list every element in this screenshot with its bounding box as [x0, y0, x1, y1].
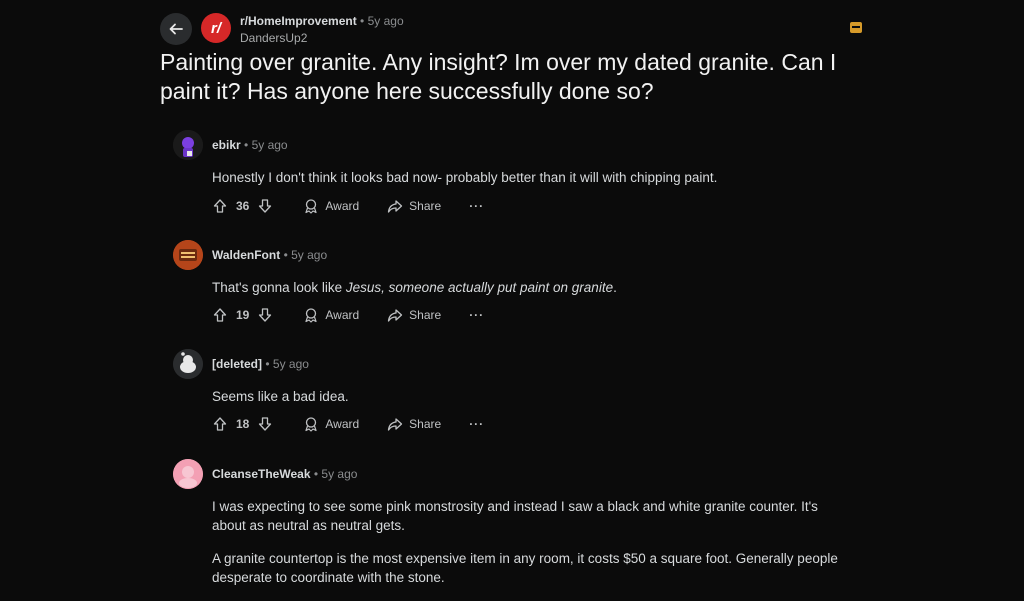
comment-time: 5y ago: [272, 357, 309, 371]
award-label: Award: [325, 417, 360, 431]
separator-dot: •: [360, 14, 365, 28]
upvote-icon[interactable]: [212, 307, 228, 323]
upvote-icon[interactable]: [212, 198, 228, 214]
archive-icon: [850, 22, 862, 33]
comment-meta: CleanseTheWeak • 5y ago: [212, 467, 357, 481]
separator-dot: •: [313, 467, 319, 481]
back-button[interactable]: [160, 13, 192, 45]
downvote-icon[interactable]: [257, 198, 273, 214]
comment-actions: 36 Award Share ···: [212, 196, 484, 216]
comment-actions: 18 Award Share ···: [212, 414, 484, 434]
post-header: r/ r/HomeImprovement • 5y ago DandersUp2: [160, 12, 864, 48]
share-icon: [388, 200, 403, 213]
vote-group: 36: [212, 198, 273, 214]
comment-meta: WaldenFont • 5y ago: [212, 248, 327, 262]
award-icon: [305, 199, 317, 214]
separator-dot: •: [265, 357, 270, 371]
comment-author[interactable]: [deleted]: [212, 357, 262, 371]
vote-count: 36: [236, 199, 250, 213]
award-button[interactable]: Award: [303, 416, 359, 432]
vote-count: 19: [236, 308, 250, 322]
comment-meta: ebikr • 5y ago: [212, 138, 288, 152]
user-avatar-icon: [173, 240, 203, 270]
post-title: Painting over granite. Any insight? Im o…: [160, 49, 837, 104]
comment-text: I was expecting to see some pink monstro…: [212, 499, 818, 533]
user-avatar-icon: [173, 130, 203, 160]
separator-dot: •: [244, 138, 249, 152]
downvote-icon[interactable]: [257, 416, 273, 432]
subreddit-name[interactable]: r/HomeImprovement: [240, 14, 357, 28]
award-label: Award: [325, 199, 360, 213]
avatar[interactable]: [173, 130, 203, 160]
vote-group: 18: [212, 416, 273, 432]
post-time: 5y ago: [367, 14, 404, 28]
comment-author[interactable]: WaldenFont: [212, 248, 280, 262]
downvote-icon[interactable]: [257, 307, 273, 323]
comment-time: 5y ago: [321, 467, 358, 481]
comment-text: That's gonna look like Jesus, someone ac…: [212, 278, 852, 297]
comment-body: I was expecting to see some pink monstro…: [212, 497, 852, 601]
award-button[interactable]: Award: [303, 198, 359, 214]
share-label: Share: [409, 199, 442, 213]
award-button[interactable]: Award: [303, 307, 359, 323]
arrow-left-icon: [169, 23, 183, 35]
vote-count: 18: [236, 417, 250, 431]
post-author[interactable]: DandersUp2: [240, 31, 307, 45]
comment-text: A granite countertop is the most expensi…: [212, 551, 838, 585]
subreddit-logo-text: r/: [210, 19, 221, 37]
comment-time: 5y ago: [291, 248, 328, 262]
deleted-user-icon: [173, 349, 203, 379]
comment-text-part: .: [613, 280, 617, 295]
avatar[interactable]: [173, 459, 203, 489]
comment-author[interactable]: CleanseTheWeak: [212, 467, 311, 481]
more-options-button[interactable]: ···: [469, 308, 484, 322]
comment-author[interactable]: ebikr: [212, 138, 241, 152]
comment-text: Seems like a bad idea.: [212, 389, 349, 404]
user-avatar-icon: [173, 459, 203, 489]
share-button[interactable]: Share: [387, 416, 441, 432]
comment-text: Honestly I don't think it looks bad now-…: [212, 170, 718, 185]
share-label: Share: [409, 308, 442, 322]
comment-actions: 19 Award Share ···: [212, 305, 484, 325]
subreddit-line: r/HomeImprovement • 5y ago: [240, 14, 404, 28]
share-button[interactable]: Share: [387, 307, 441, 323]
more-options-button[interactable]: ···: [469, 417, 484, 431]
share-button[interactable]: Share: [387, 198, 441, 214]
avatar[interactable]: [173, 240, 203, 270]
award-label: Award: [325, 308, 360, 322]
more-options-button[interactable]: ···: [469, 199, 484, 213]
share-label: Share: [409, 417, 442, 431]
upvote-icon[interactable]: [212, 416, 228, 432]
award-icon: [305, 308, 317, 323]
avatar[interactable]: [173, 349, 203, 379]
comment-time: 5y ago: [251, 138, 288, 152]
subreddit-avatar[interactable]: r/: [201, 13, 231, 43]
separator-dot: •: [283, 248, 288, 262]
comment-text-emphasis: Jesus, someone actually put paint on gra…: [345, 280, 614, 295]
comment-text-part: That's gonna look like: [212, 280, 346, 295]
vote-group: 19: [212, 307, 273, 323]
share-icon: [388, 418, 403, 431]
comment-meta: [deleted] • 5y ago: [212, 357, 309, 371]
share-icon: [388, 309, 403, 322]
award-icon: [305, 417, 317, 432]
